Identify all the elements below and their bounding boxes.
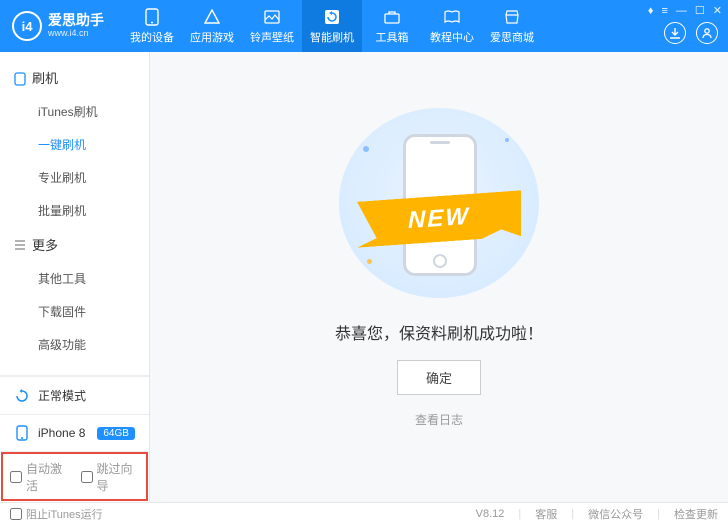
nav-toolbox[interactable]: 工具箱	[362, 0, 422, 52]
user-icon[interactable]	[696, 22, 718, 44]
app-subtitle: www.i4.cn	[48, 29, 104, 39]
nav-flash[interactable]: 智能刷机	[302, 0, 362, 52]
sidebar-item-download-firmware[interactable]: 下载固件	[0, 295, 149, 328]
nav-tutorial[interactable]: 教程中心	[422, 0, 482, 52]
sidebar: 刷机 iTunes刷机 一键刷机 专业刷机 批量刷机 更多 其他工具 下载固件 …	[0, 52, 150, 502]
sidebar-item-pro-flash[interactable]: 专业刷机	[0, 161, 149, 194]
toolbox-icon	[383, 8, 401, 26]
checkbox-auto-activate[interactable]: 自动激活	[10, 460, 69, 494]
support-link[interactable]: 客服	[535, 506, 557, 522]
store-icon	[503, 8, 521, 26]
titlebar: i4 爱思助手 www.i4.cn 我的设备 应用游戏 铃声壁纸 智能刷机 工具…	[0, 0, 728, 52]
activation-options: 自动激活 跳过向导	[0, 451, 149, 502]
sidebar-section-more: 更多	[0, 227, 149, 262]
wechat-link[interactable]: 微信公众号	[588, 506, 643, 522]
storage-badge: 64GB	[97, 427, 135, 440]
image-icon	[263, 8, 281, 26]
download-icon[interactable]	[664, 22, 686, 44]
app-logo: i4 爱思助手 www.i4.cn	[0, 11, 116, 41]
refresh-icon	[323, 8, 341, 26]
main-content: NEW 恭喜您，保资料刷机成功啦！ 确定 查看日志	[150, 52, 728, 502]
main-nav: 我的设备 应用游戏 铃声壁纸 智能刷机 工具箱 教程中心 爱思商城	[122, 0, 542, 52]
sidebar-item-oneclick-flash[interactable]: 一键刷机	[0, 128, 149, 161]
logo-icon: i4	[12, 11, 42, 41]
device-name: iPhone 8	[38, 426, 85, 440]
sidebar-item-batch-flash[interactable]: 批量刷机	[0, 194, 149, 227]
checkbox-skip-guide[interactable]: 跳过向导	[81, 460, 140, 494]
menu-icon[interactable]: ≡	[661, 5, 667, 17]
sidebar-section-flash: 刷机	[0, 60, 149, 95]
sidebar-item-other-tools[interactable]: 其他工具	[0, 262, 149, 295]
checkbox-block-itunes[interactable]: 阻止iTunes运行	[10, 506, 103, 522]
close-icon[interactable]: ✕	[713, 4, 722, 17]
update-link[interactable]: 检查更新	[674, 506, 718, 522]
ok-button[interactable]: 确定	[397, 360, 481, 395]
skin-icon[interactable]: ♦	[648, 5, 654, 17]
version-label: V8.12	[476, 508, 505, 520]
user-controls	[664, 22, 718, 44]
minimize-icon[interactable]: ―	[676, 5, 687, 17]
app-title: 爱思助手	[48, 13, 104, 28]
device-phone-icon	[14, 425, 30, 441]
statusbar: 阻止iTunes运行 V8.12| 客服| 微信公众号| 检查更新	[0, 502, 728, 524]
success-message: 恭喜您，保资料刷机成功啦！	[335, 320, 543, 344]
nav-apps[interactable]: 应用游戏	[182, 0, 242, 52]
view-log-link[interactable]: 查看日志	[415, 411, 463, 428]
mode-label: 正常模式	[38, 387, 86, 404]
refresh-small-icon	[14, 388, 30, 404]
book-icon	[443, 8, 461, 26]
device-info[interactable]: iPhone 8 64GB	[0, 414, 149, 451]
nav-ringtone[interactable]: 铃声壁纸	[242, 0, 302, 52]
success-illustration: NEW	[339, 108, 539, 298]
device-mode[interactable]: 正常模式	[0, 376, 149, 414]
sidebar-item-itunes-flash[interactable]: iTunes刷机	[0, 95, 149, 128]
maximize-icon[interactable]: ☐	[695, 4, 705, 17]
nav-my-device[interactable]: 我的设备	[122, 0, 182, 52]
apps-icon	[203, 8, 221, 26]
sidebar-item-advanced[interactable]: 高级功能	[0, 328, 149, 361]
window-controls: ♦ ≡ ― ☐ ✕	[648, 4, 722, 17]
phone-outline-icon	[14, 72, 26, 84]
phone-icon	[143, 8, 161, 26]
nav-store[interactable]: 爱思商城	[482, 0, 542, 52]
list-icon	[14, 239, 26, 251]
